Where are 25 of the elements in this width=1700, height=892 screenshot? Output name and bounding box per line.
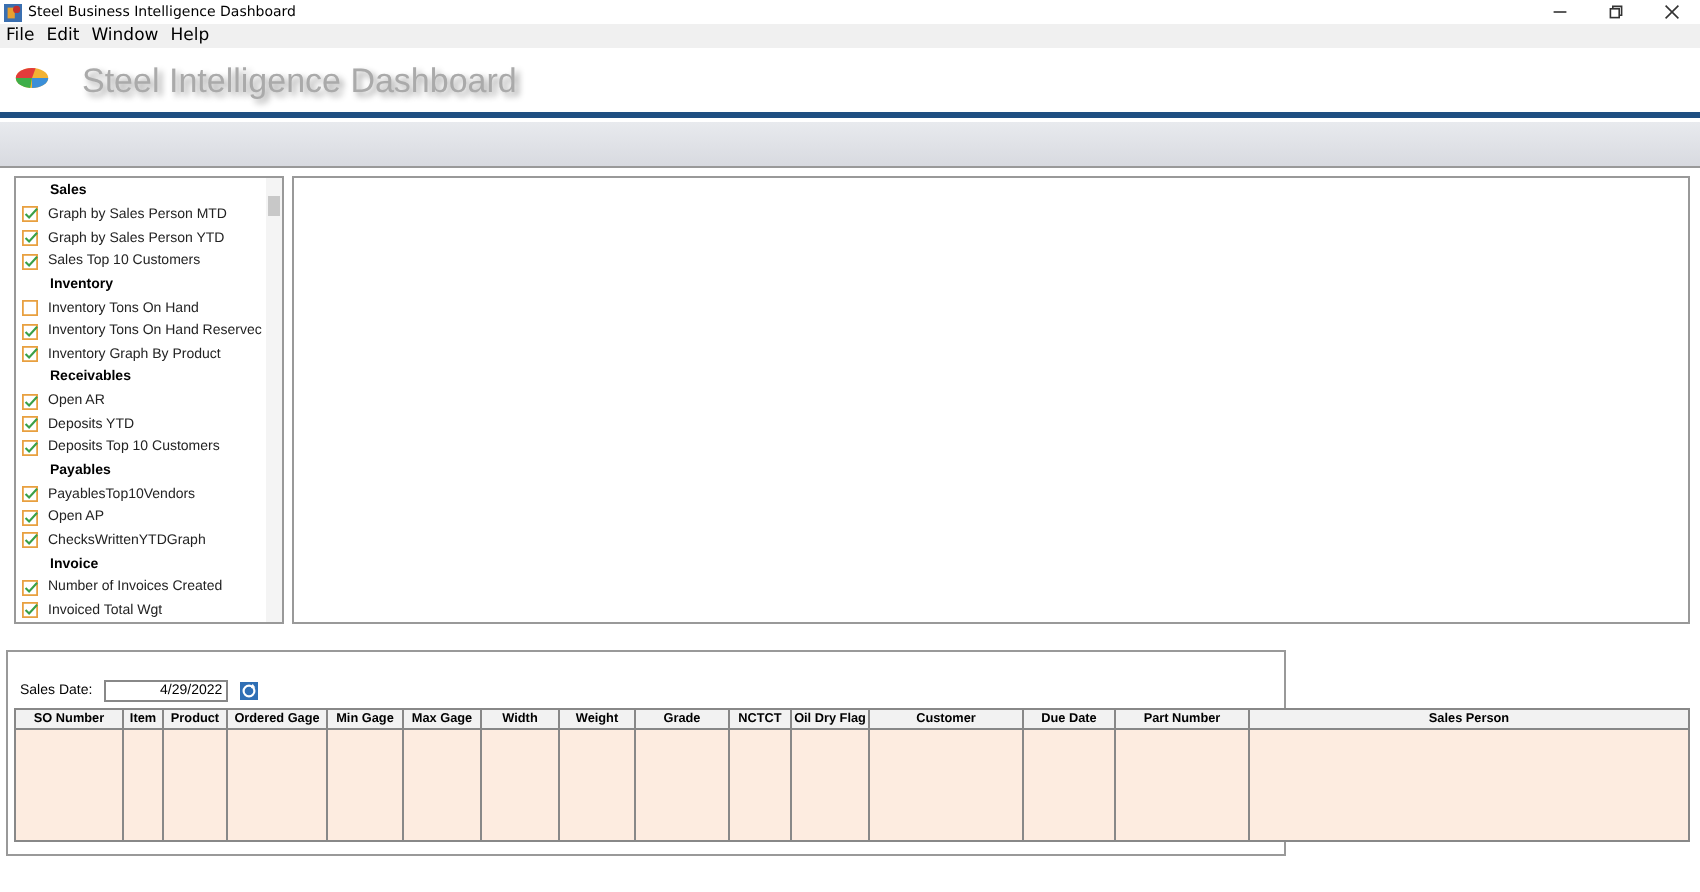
app-icon: [4, 3, 22, 21]
menu-item[interactable]: Help: [170, 26, 210, 46]
dashboard-title: Steel Intelligence Dashboard: [82, 61, 517, 101]
checkbox[interactable]: [22, 230, 38, 247]
refresh-icon[interactable]: [240, 682, 259, 700]
checkbox[interactable]: [22, 206, 38, 223]
checkbox[interactable]: [22, 346, 38, 363]
checkbox[interactable]: [22, 323, 38, 340]
menu-item[interactable]: Window: [91, 26, 159, 46]
checkbox[interactable]: [22, 300, 38, 317]
checkbox[interactable]: [22, 393, 38, 410]
checkbox[interactable]: [22, 253, 38, 270]
checkbox[interactable]: [22, 439, 38, 456]
menu-item[interactable]: File: [6, 26, 35, 46]
menu-item[interactable]: Edit: [46, 26, 80, 46]
checkbox[interactable]: [22, 602, 38, 619]
checkbox[interactable]: [22, 509, 38, 526]
maximize-icon[interactable]: [1608, 4, 1624, 20]
scrollbar[interactable]: [266, 178, 282, 622]
close-icon[interactable]: [1664, 4, 1680, 20]
pie-chart-icon: [14, 65, 50, 89]
checkbox[interactable]: [22, 486, 38, 503]
checkbox[interactable]: [22, 532, 38, 549]
checkbox[interactable]: [22, 579, 38, 596]
checkbox[interactable]: [22, 416, 38, 433]
